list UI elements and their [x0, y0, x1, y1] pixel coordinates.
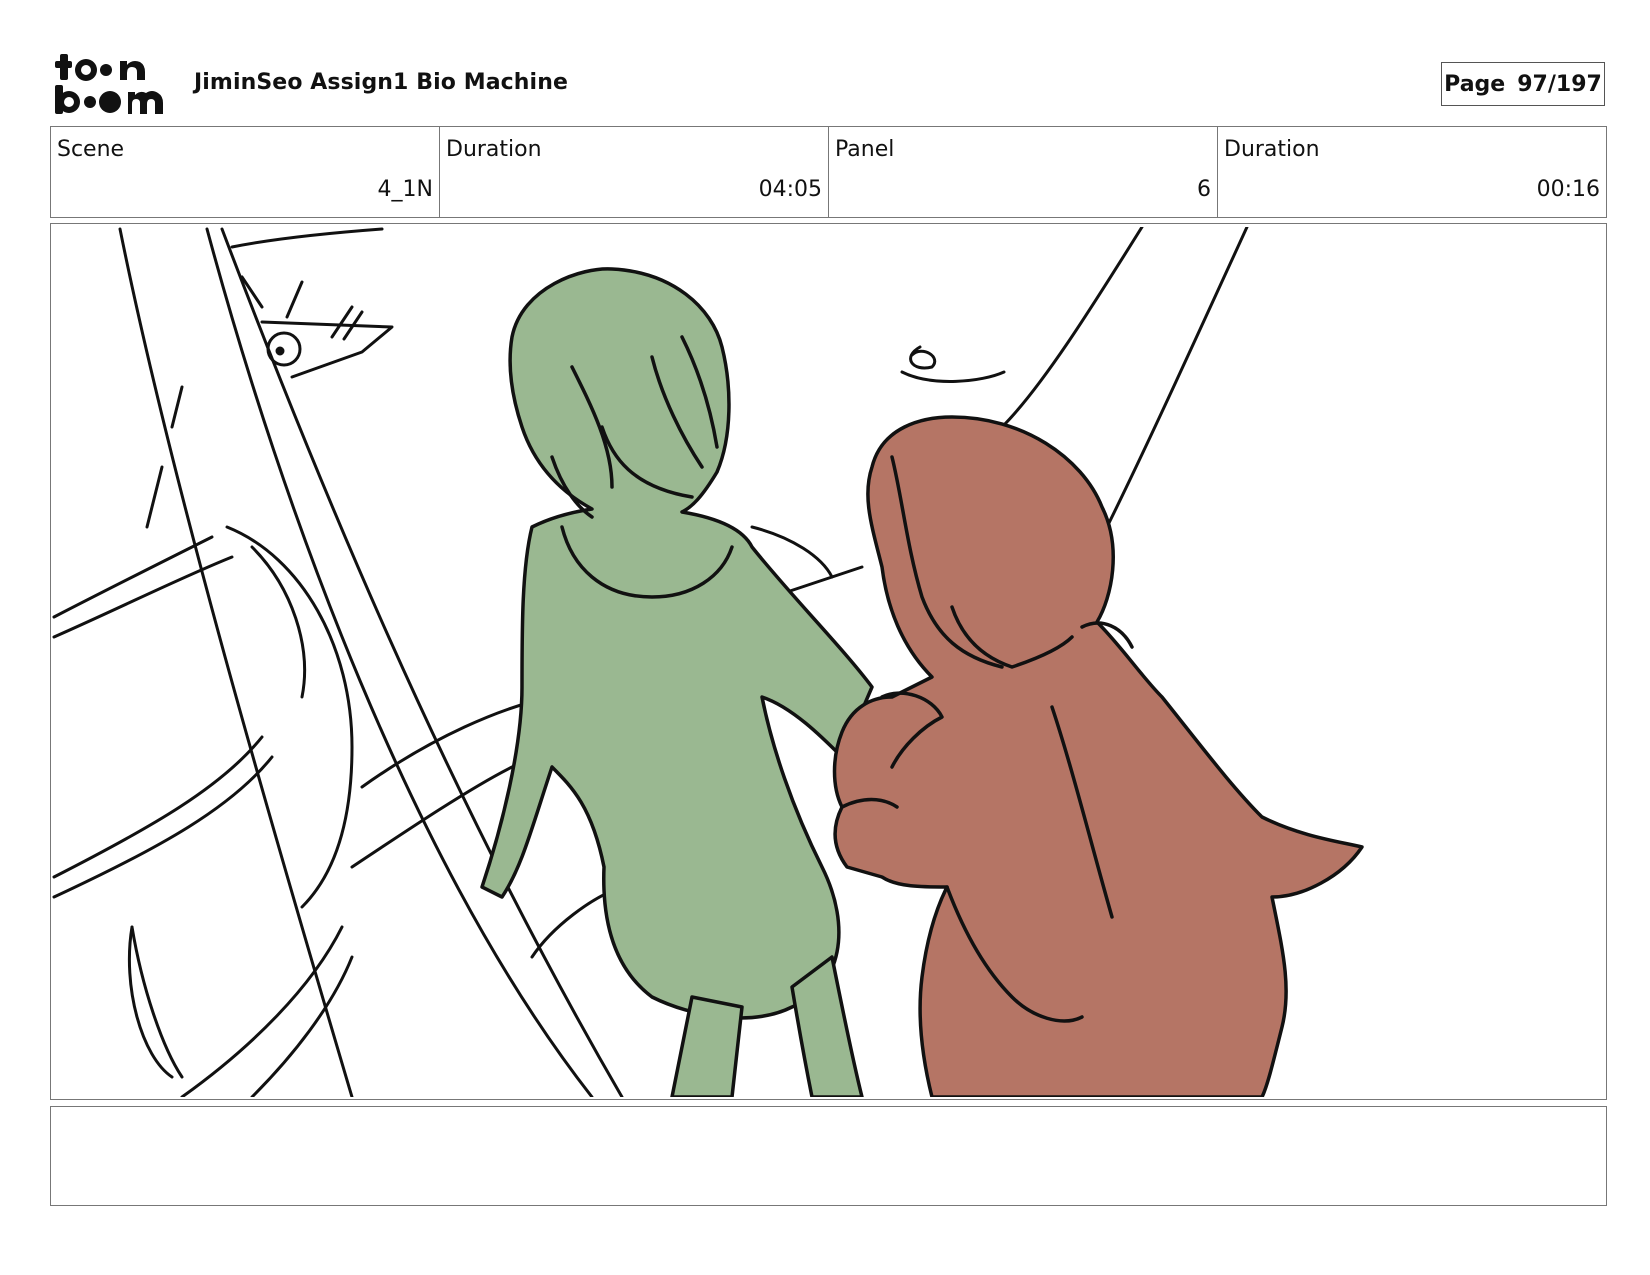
scene-duration-label: Duration [446, 137, 542, 162]
panel-info-table: Scene 4_1N Duration 04:05 Panel 6 Durati… [50, 126, 1607, 218]
panel-duration-label: Duration [1224, 137, 1320, 162]
panel-label: Panel [835, 137, 895, 162]
page-indicator: Page 97/197 [1441, 62, 1605, 106]
toonboom-logo [55, 54, 163, 114]
project-title: JiminSeo Assign1 Bio Machine [194, 70, 568, 95]
panel-duration-cell: Duration 00:16 [1218, 127, 1606, 217]
panel-cell: Panel 6 [829, 127, 1218, 217]
scene-duration-cell: Duration 04:05 [440, 127, 829, 217]
page-label: Page [1444, 71, 1506, 97]
page-number: 97/197 [1517, 71, 1602, 97]
red-character [832, 415, 1364, 1097]
scene-duration-value: 04:05 [758, 177, 822, 202]
scene-label: Scene [57, 137, 125, 162]
panel-duration-value: 00:16 [1536, 177, 1600, 202]
storyboard-drawing [52, 227, 1364, 1097]
panel-value: 6 [1197, 177, 1211, 202]
notes-box [50, 1106, 1607, 1206]
green-character [480, 267, 874, 1097]
scene-value: 4_1N [377, 177, 433, 202]
scene-cell: Scene 4_1N [51, 127, 440, 217]
